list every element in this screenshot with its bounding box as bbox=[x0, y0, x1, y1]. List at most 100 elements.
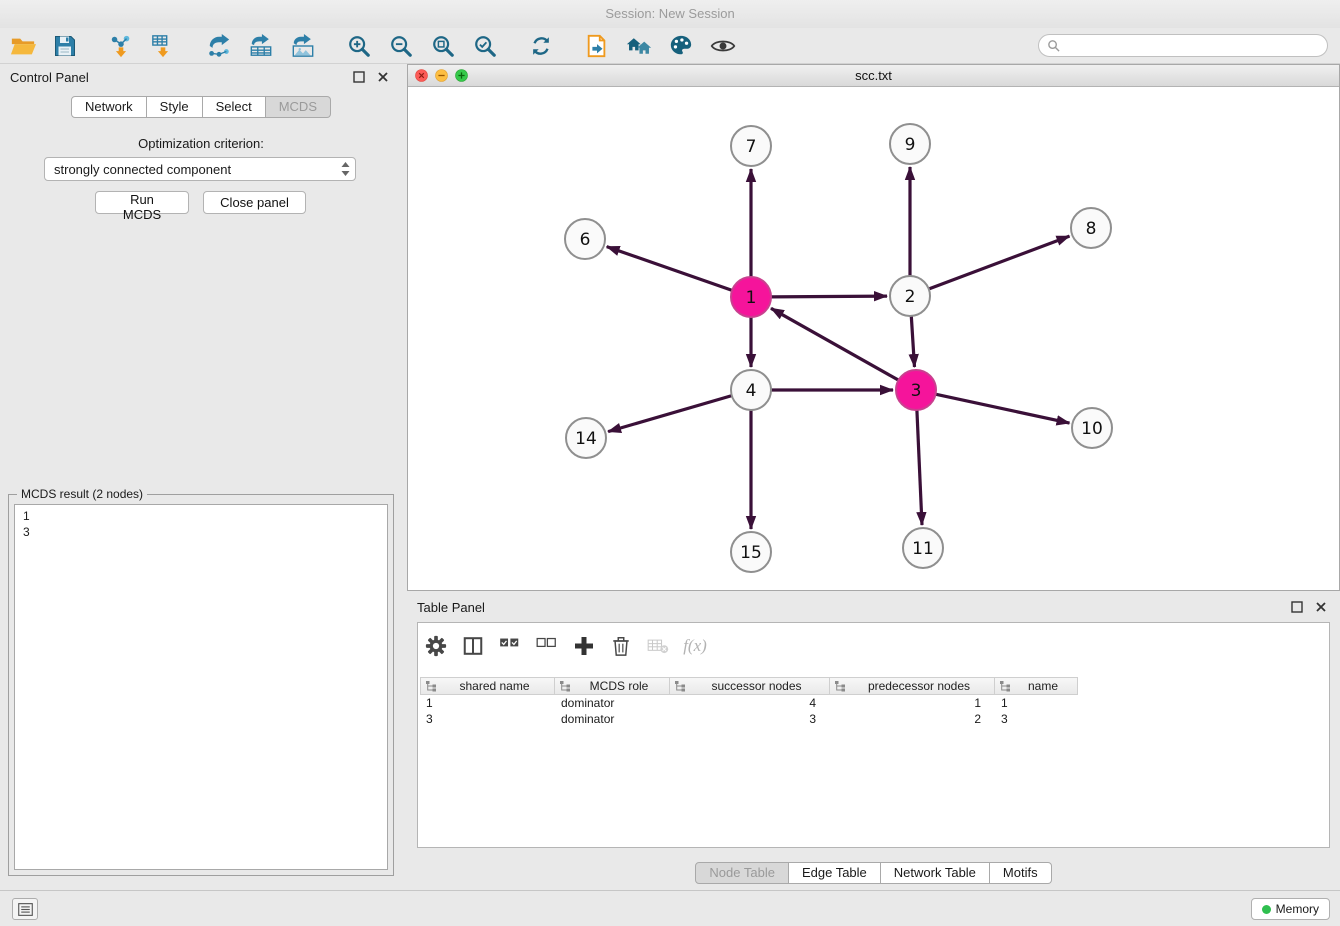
node-15[interactable]: 15 bbox=[731, 532, 771, 572]
table-cell[interactable]: 2 bbox=[830, 711, 995, 727]
node-7[interactable]: 7 bbox=[731, 126, 771, 166]
edge-1-2[interactable] bbox=[771, 296, 887, 297]
show-hide-icon[interactable] bbox=[708, 32, 738, 60]
node-11[interactable]: 11 bbox=[903, 528, 943, 568]
search-box[interactable] bbox=[1038, 34, 1328, 57]
tab-network[interactable]: Network bbox=[71, 96, 147, 118]
table-body: 1dominator4113dominator323 bbox=[418, 695, 1329, 727]
table-cell[interactable]: 3 bbox=[995, 711, 1078, 727]
sort-icon[interactable] bbox=[999, 680, 1011, 692]
close-panel-icon[interactable] bbox=[377, 70, 392, 85]
open-session-icon[interactable] bbox=[8, 32, 38, 60]
tab-select[interactable]: Select bbox=[203, 96, 266, 118]
export-image-icon[interactable] bbox=[288, 32, 318, 60]
node-10[interactable]: 10 bbox=[1072, 408, 1112, 448]
settings-icon[interactable] bbox=[424, 634, 448, 658]
table-cell[interactable]: 1 bbox=[830, 695, 995, 711]
control-panel-header: Control Panel bbox=[0, 64, 402, 90]
export-table-icon[interactable] bbox=[246, 32, 276, 60]
home-icon[interactable] bbox=[624, 32, 654, 60]
column-header-label: MCDS role bbox=[573, 679, 665, 693]
edge-4-14[interactable] bbox=[608, 396, 732, 432]
mcds-result-list[interactable]: 13 bbox=[14, 504, 388, 870]
table-cell[interactable]: 1 bbox=[995, 695, 1078, 711]
add-row-icon[interactable] bbox=[572, 634, 596, 658]
node-6[interactable]: 6 bbox=[565, 219, 605, 259]
close-table-panel-icon[interactable] bbox=[1315, 600, 1330, 615]
svg-text:6: 6 bbox=[580, 230, 591, 250]
node-3[interactable]: 3 bbox=[896, 370, 936, 410]
memory-button[interactable]: Memory bbox=[1251, 898, 1330, 920]
tab-node-table[interactable]: Node Table bbox=[695, 862, 789, 884]
edge-3-1[interactable] bbox=[771, 308, 899, 380]
search-input[interactable] bbox=[1065, 39, 1319, 53]
node-2[interactable]: 2 bbox=[890, 276, 930, 316]
zoom-selected-icon[interactable] bbox=[470, 32, 500, 60]
column-header-name[interactable]: name bbox=[995, 677, 1078, 695]
float-table-panel-icon[interactable] bbox=[1291, 600, 1306, 615]
export-network-icon[interactable] bbox=[204, 32, 234, 60]
deselect-all-icon[interactable] bbox=[535, 634, 559, 658]
delete-row-icon[interactable] bbox=[609, 634, 633, 658]
node-9[interactable]: 9 bbox=[890, 124, 930, 164]
tab-edge-table[interactable]: Edge Table bbox=[789, 862, 881, 884]
edge-3-11[interactable] bbox=[917, 410, 922, 525]
tab-motifs[interactable]: Motifs bbox=[990, 862, 1052, 884]
export-document-icon[interactable] bbox=[582, 32, 612, 60]
main-toolbar bbox=[0, 28, 1340, 64]
application-window: Session: New Session Control Panel Netwo… bbox=[0, 0, 1340, 926]
table-row[interactable]: 1dominator411 bbox=[420, 695, 1329, 711]
memory-button-label: Memory bbox=[1276, 902, 1319, 916]
run-mcds-button[interactable]: Run MCDS bbox=[95, 191, 189, 214]
optimization-dropdown[interactable]: strongly connected component bbox=[44, 157, 356, 181]
tab-network-table[interactable]: Network Table bbox=[881, 862, 990, 884]
network-canvas[interactable]: 7 9 6 8 1 2 4 3 10 14 15 11 bbox=[408, 87, 1339, 590]
svg-text:3: 3 bbox=[911, 381, 922, 401]
column-header-mcds-role[interactable]: MCDS role bbox=[555, 677, 670, 695]
close-panel-button[interactable]: Close panel bbox=[203, 191, 306, 214]
table-cell[interactable]: 3 bbox=[670, 711, 830, 727]
minimize-window-icon[interactable] bbox=[435, 69, 448, 82]
column-header-successor-nodes[interactable]: successor nodes bbox=[670, 677, 830, 695]
dropdown-stepper-icon bbox=[340, 161, 351, 177]
edge-2-3[interactable] bbox=[911, 316, 914, 367]
edge-3-10[interactable] bbox=[936, 394, 1070, 423]
table-cell[interactable]: 1 bbox=[420, 695, 555, 711]
sort-icon[interactable] bbox=[559, 680, 571, 692]
zoom-fit-icon[interactable] bbox=[428, 32, 458, 60]
zoom-in-icon[interactable] bbox=[344, 32, 374, 60]
zoom-window-icon[interactable] bbox=[455, 69, 468, 82]
sort-icon[interactable] bbox=[674, 680, 686, 692]
float-panel-icon[interactable] bbox=[353, 70, 368, 85]
sort-icon[interactable] bbox=[425, 680, 437, 692]
select-all-icon[interactable] bbox=[498, 634, 522, 658]
edge-2-8[interactable] bbox=[929, 236, 1070, 289]
import-table-file-icon[interactable] bbox=[148, 32, 178, 60]
node-8[interactable]: 8 bbox=[1071, 208, 1111, 248]
tab-style[interactable]: Style bbox=[147, 96, 203, 118]
node-4[interactable]: 4 bbox=[731, 370, 771, 410]
style-palette-icon[interactable] bbox=[666, 32, 696, 60]
toolbar-icon-groups bbox=[0, 32, 738, 60]
columns-icon[interactable] bbox=[461, 634, 485, 658]
table-cell[interactable]: dominator bbox=[555, 711, 670, 727]
save-session-icon[interactable] bbox=[50, 32, 80, 60]
refresh-layout-icon[interactable] bbox=[526, 32, 556, 60]
show-panel-menu-button[interactable] bbox=[12, 898, 38, 920]
zoom-out-icon[interactable] bbox=[386, 32, 416, 60]
table-row[interactable]: 3dominator323 bbox=[420, 711, 1329, 727]
node-1[interactable]: 1 bbox=[731, 277, 771, 317]
node-14[interactable]: 14 bbox=[566, 418, 606, 458]
table-cell[interactable]: dominator bbox=[555, 695, 670, 711]
memory-status-icon bbox=[1262, 905, 1271, 914]
column-header-shared-name[interactable]: shared name bbox=[420, 677, 555, 695]
column-header-predecessor-nodes[interactable]: predecessor nodes bbox=[830, 677, 995, 695]
edge-1-6[interactable] bbox=[607, 247, 732, 291]
table-cell[interactable]: 3 bbox=[420, 711, 555, 727]
close-window-icon[interactable] bbox=[415, 69, 428, 82]
sort-icon[interactable] bbox=[834, 680, 846, 692]
tab-mcds[interactable]: MCDS bbox=[266, 96, 331, 118]
import-network-file-icon[interactable] bbox=[106, 32, 136, 60]
table-cell[interactable]: 4 bbox=[670, 695, 830, 711]
network-view-window: scc.txt 7968124310141511 bbox=[407, 64, 1340, 591]
